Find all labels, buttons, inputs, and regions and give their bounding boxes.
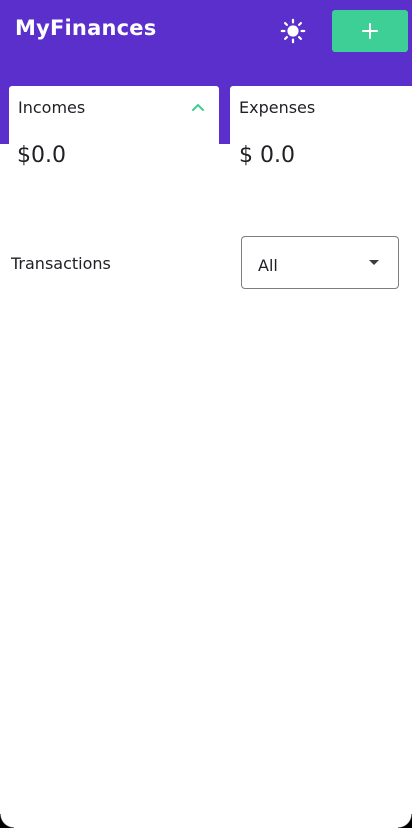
filter-selected-value: All — [258, 256, 278, 275]
incomes-card[interactable]: Incomes — [9, 86, 219, 144]
chevron-up-icon[interactable] — [190, 99, 206, 115]
app-screen: MyFinances Incomes Expenses $0.0 $ 0.0 T… — [0, 0, 412, 828]
plus-icon — [362, 23, 378, 39]
expenses-card[interactable]: Expenses — [230, 86, 412, 144]
theme-toggle-button[interactable] — [278, 16, 308, 46]
expenses-label: Expenses — [239, 98, 316, 117]
sun-icon — [280, 18, 306, 44]
app-title: MyFinances — [15, 16, 157, 40]
screen-corner-right — [398, 814, 412, 828]
screen-corner-left — [0, 814, 14, 828]
incomes-label: Incomes — [18, 98, 86, 117]
incomes-value: $0.0 — [17, 143, 66, 168]
caret-down-icon — [369, 260, 379, 265]
add-transaction-button[interactable] — [332, 10, 408, 52]
expenses-value: $ 0.0 — [239, 143, 295, 168]
transactions-heading: Transactions — [11, 254, 111, 273]
transactions-list — [0, 300, 412, 820]
transactions-filter-select[interactable]: All — [241, 236, 399, 289]
